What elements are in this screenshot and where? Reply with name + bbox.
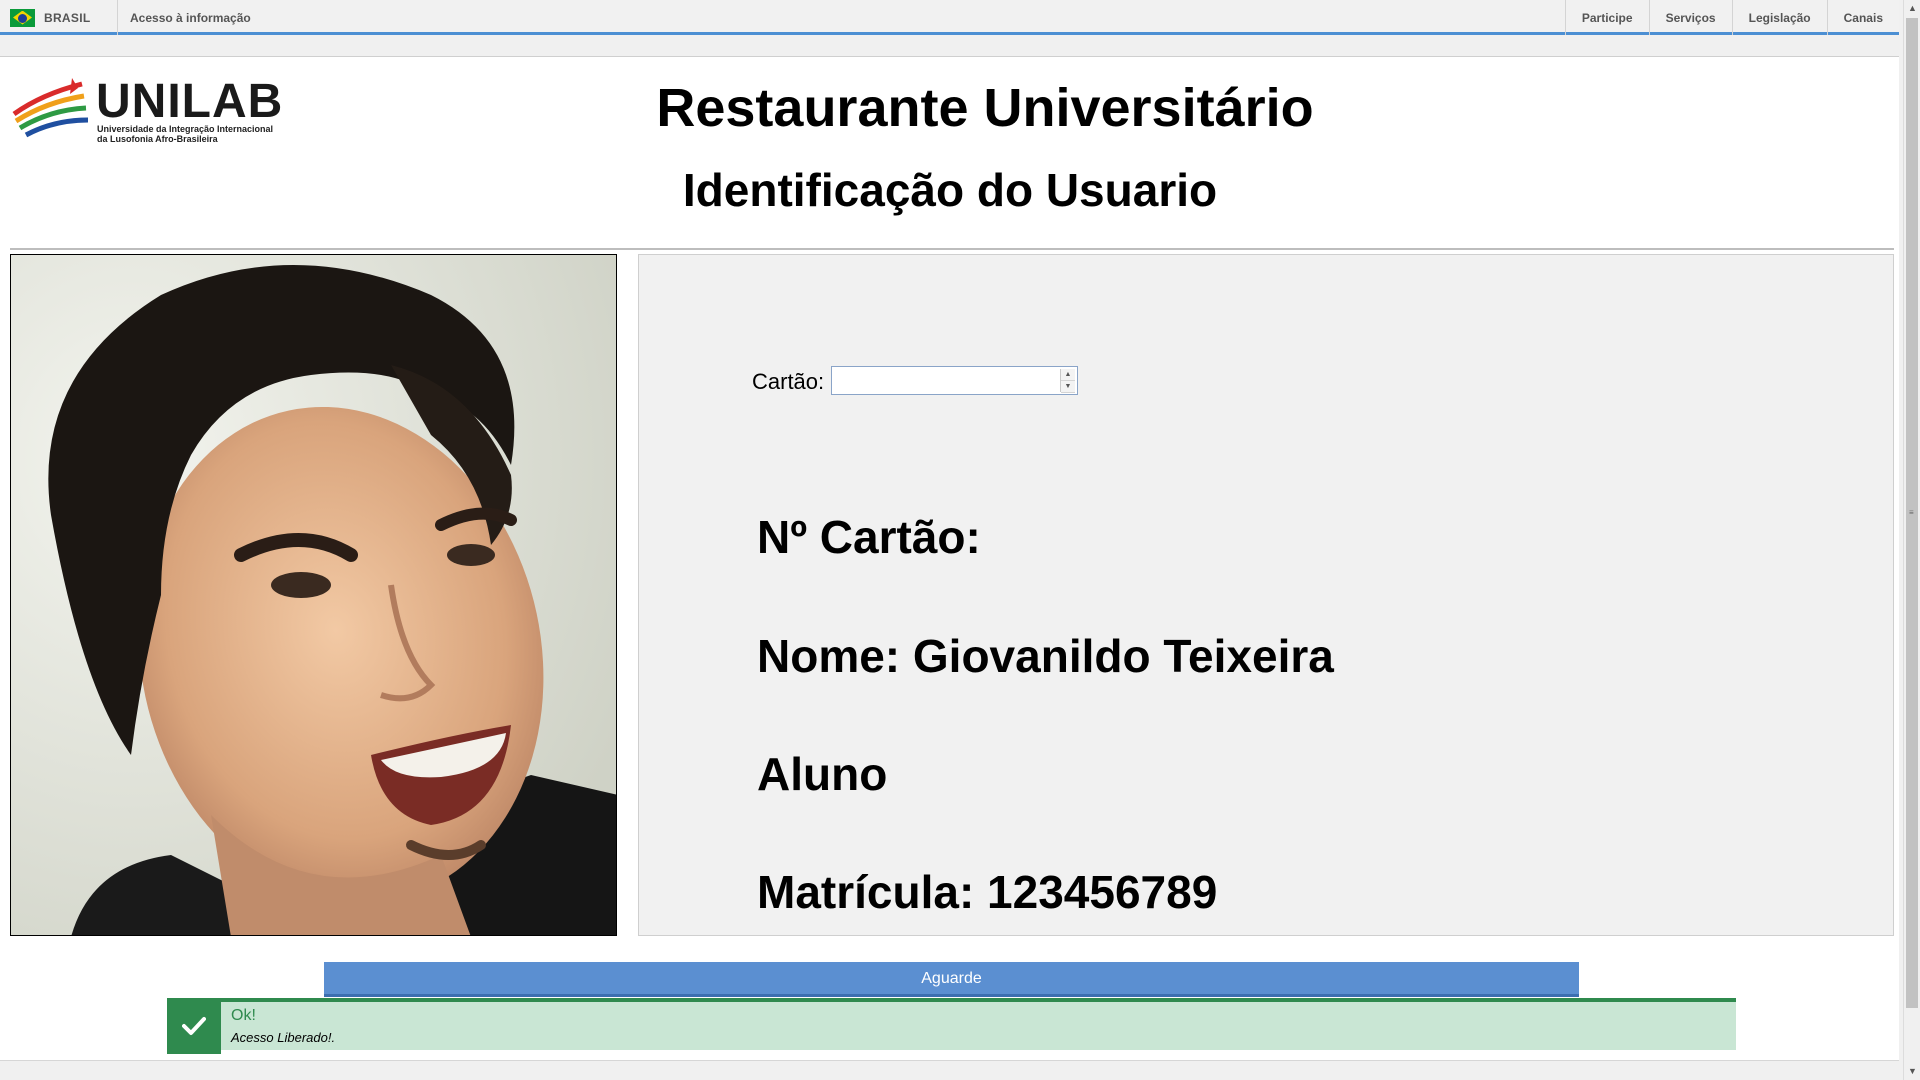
brasil-label: BRASIL (44, 10, 91, 25)
spinner-down-icon[interactable]: ▼ (1061, 381, 1075, 393)
scroll-down-icon[interactable]: ▼ (1904, 1063, 1920, 1080)
page-title: Restaurante Universitário (656, 78, 1314, 138)
user-matricula: Matrícula: 123456789 (757, 866, 1218, 918)
cartao-label: Cartão: (752, 369, 825, 394)
spinner-up-icon[interactable]: ▲ (1061, 369, 1075, 381)
numero-cartao-label: Nº Cartão: (757, 511, 981, 563)
aguarde-button[interactable]: Aguarde (324, 962, 1579, 997)
user-info-panel: Cartão: ▲ ▼ Nº Cartão: Nome: Giovanildo … (638, 254, 1894, 936)
gov-top-bar: BRASIL Acesso à informação Participe Ser… (0, 0, 1899, 35)
vertical-scrollbar[interactable]: ▲ ≡ ▼ (1903, 0, 1920, 1080)
header-divider (10, 248, 1894, 250)
brasil-link[interactable]: BRASIL (0, 0, 118, 35)
scroll-grip-icon: ≡ (1909, 508, 1914, 517)
user-portrait-image (11, 255, 616, 935)
user-type: Aluno (757, 748, 888, 800)
scroll-thumb[interactable]: ≡ (1906, 18, 1918, 1008)
gov-right-links: Participe Serviços Legislação Canais (1564, 0, 1899, 35)
canais-link[interactable]: Canais (1826, 0, 1899, 35)
participe-link[interactable]: Participe (1564, 0, 1649, 35)
user-photo (10, 254, 617, 936)
acesso-informacao-link[interactable]: Acesso à informação (118, 11, 251, 25)
user-name: Nome: Giovanildo Teixeira (757, 630, 1334, 682)
page-subtitle: Identificação do Usuario (682, 164, 1218, 216)
checkmark-icon (182, 1017, 206, 1035)
legislacao-link[interactable]: Legislação (1731, 0, 1827, 35)
brazil-flag-icon (10, 8, 35, 27)
alert-message: Acesso Liberado!. (231, 1030, 336, 1045)
scroll-up-icon[interactable]: ▲ (1904, 0, 1920, 17)
alert-icon-box (167, 998, 221, 1054)
alert-title: Ok! (231, 1007, 256, 1024)
cartao-spinner[interactable]: ▲ ▼ (1060, 369, 1075, 393)
servicos-link[interactable]: Serviços (1648, 0, 1732, 35)
success-alert: Ok! Acesso Liberado!. (167, 998, 1736, 1054)
main-page: UNILAB Universidade da Integração Intern… (0, 56, 1899, 1060)
gov-left-group: BRASIL Acesso à informação (0, 0, 251, 35)
cartao-input[interactable] (831, 366, 1078, 395)
footer-strip (0, 1060, 1899, 1080)
